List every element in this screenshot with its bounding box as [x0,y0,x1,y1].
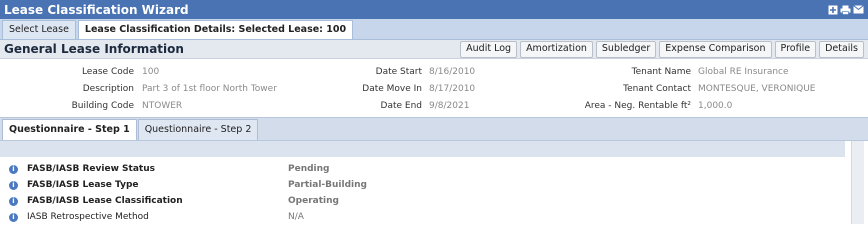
question-value: Operating [288,196,339,206]
tenant-contact-label: Tenant Contact [623,84,691,94]
date-move-in-label: Date Move In [362,84,422,94]
expense-comparison-button[interactable]: Expense Comparison [659,40,772,58]
vertical-scrollbar[interactable] [851,141,864,224]
tenant-name-value: Global RE Insurance [698,67,789,77]
question-row: i IASB Retrospective Method N/A [0,209,845,225]
lease-code-value: 100 [142,67,160,77]
description-value: Part 3 of 1st floor North Tower [142,84,277,94]
info-icon[interactable]: i [9,180,18,190]
questionnaire-panel: i FASB/IASB Review Status Pending i FASB… [0,141,868,224]
window-title-bar: Lease Classification Wizard [0,0,868,19]
tab-questionnaire-step-2[interactable]: Questionnaire - Step 2 [137,119,259,140]
question-row: i FASB/IASB Lease Type Partial-Building [0,177,845,193]
amortization-button[interactable]: Amortization [520,40,593,58]
tenant-name-label: Tenant Name [631,67,691,77]
info-icon[interactable]: i [9,196,18,206]
tab-lease-classification-details[interactable]: Lease Classification Details: Selected L… [77,20,354,39]
area-value: 1,000.0 [698,101,733,111]
action-buttons: Audit Log Amortization Subledger Expense… [460,40,864,58]
tenant-contact-value: MONTESQUE, VERONIQUE [698,84,816,94]
lease-info-panel: Lease Code 100 Description Part 3 of 1st… [0,59,868,117]
window-title: Lease Classification Wizard [4,2,189,17]
window-icons [827,4,864,15]
area-label: Area - Neg. Rentable ft² [584,101,691,111]
question-value: N/A [288,212,304,222]
subledger-button[interactable]: Subledger [595,40,657,58]
question-row: i FASB/IASB Lease Classification Operati… [0,193,845,209]
profile-button[interactable]: Profile [774,40,817,58]
email-icon[interactable] [853,4,864,15]
section-header: General Lease Information Audit Log Amor… [0,40,868,59]
date-start-value: 8/16/2010 [429,67,476,77]
date-end-label: Date End [380,101,422,111]
date-end-value: 9/8/2021 [429,101,470,111]
questionnaire-tabs: Questionnaire - Step 1 Questionnaire - S… [0,117,868,141]
section-heading: General Lease Information [4,42,184,56]
date-start-label: Date Start [375,67,422,77]
lease-code-label: Lease Code [81,67,134,77]
question-label: FASB/IASB Lease Type [27,180,139,190]
tab-select-lease[interactable]: Select Lease [2,20,76,39]
print-icon[interactable] [840,4,851,15]
question-value: Pending [288,164,330,174]
plus-box-icon[interactable] [827,4,838,15]
question-label: FASB/IASB Review Status [27,164,155,174]
building-code-value: NTOWER [142,101,183,111]
building-code-label: Building Code [71,101,134,111]
question-label: IASB Retrospective Method [27,212,149,222]
details-button[interactable]: Details [819,40,864,58]
wizard-tabs: Select Lease Lease Classification Detail… [0,19,868,40]
date-move-in-value: 8/17/2010 [429,84,476,94]
audit-log-button[interactable]: Audit Log [460,40,518,58]
question-row: i FASB/IASB Review Status Pending [0,161,845,177]
info-icon[interactable]: i [9,212,18,222]
question-value: Partial-Building [288,180,367,190]
description-label: Description [82,84,134,94]
question-label: FASB/IASB Lease Classification [27,196,183,206]
info-icon[interactable]: i [9,164,18,174]
questionnaire-header-strip [0,141,845,157]
tab-questionnaire-step-1[interactable]: Questionnaire - Step 1 [2,119,137,140]
